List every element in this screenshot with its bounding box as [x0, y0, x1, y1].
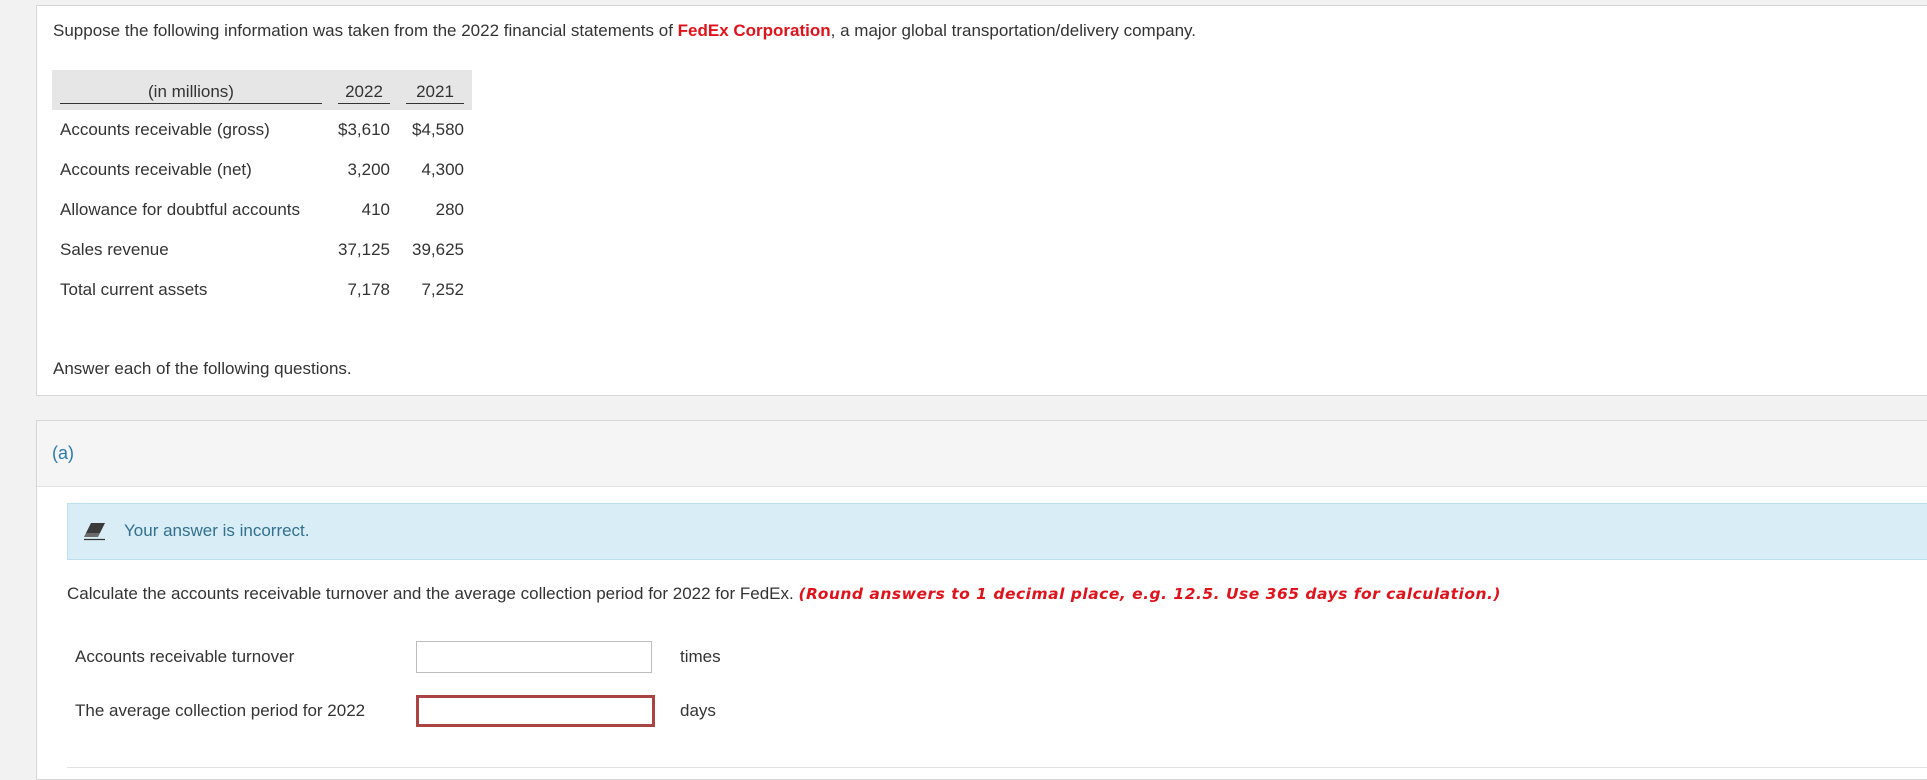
header-in-millions: (in millions)	[52, 70, 330, 110]
value-2022: 7,178	[347, 280, 390, 299]
question-body: Calculate the accounts receivable turnov…	[67, 584, 794, 603]
intro-text: Suppose the following information was ta…	[53, 21, 1196, 41]
value-2022: 410	[361, 200, 390, 219]
value-2021: 280	[435, 200, 464, 219]
value-2021: 7,252	[421, 280, 464, 299]
eraser-icon	[84, 523, 105, 541]
company-name: FedEx Corporation	[677, 21, 831, 40]
intro-after: , a major global transportation/delivery…	[830, 21, 1197, 40]
table-row: Accounts receivable (net) 3,200 4,300	[52, 150, 472, 190]
value-2022: 3,200	[347, 160, 390, 179]
part-a-section: (a) Your answer is incorrect. Calculate …	[36, 420, 1927, 780]
ar-turnover-unit: times	[680, 647, 721, 666]
header-2022: 2022	[330, 70, 398, 110]
question-text: Calculate the accounts receivable turnov…	[67, 584, 1501, 604]
intro-before: Suppose the following information was ta…	[53, 21, 678, 40]
table-row: Total current assets 7,178 7,252	[52, 270, 472, 310]
row-label: Allowance for doubtful accounts	[60, 200, 301, 219]
row-label: Accounts receivable (gross)	[60, 120, 270, 139]
collection-period-label: The average collection period for 2022	[75, 701, 366, 720]
section-divider	[67, 767, 1927, 768]
value-2021: $4,580	[412, 120, 464, 139]
value-2021: 4,300	[421, 160, 464, 179]
answer-instruction: Answer each of the following questions.	[53, 359, 352, 378]
collection-period-unit: days	[680, 701, 716, 720]
feedback-alert: Your answer is incorrect.	[67, 503, 1927, 560]
rounding-instruction: (Round answers to 1 decimal place, e.g. …	[798, 585, 1501, 603]
value-2022: $3,610	[338, 120, 390, 139]
row-label: Sales revenue	[60, 240, 169, 259]
table-row: Allowance for doubtful accounts 410 280	[52, 190, 472, 230]
part-label: (a)	[52, 443, 74, 463]
collection-period-input[interactable]	[416, 695, 655, 727]
ar-turnover-label: Accounts receivable turnover	[75, 647, 295, 666]
financial-table: (in millions) 2022 2021 Accounts receiva…	[52, 70, 472, 310]
table-row: Sales revenue 37,125 39,625	[52, 230, 472, 270]
row-label: Total current assets	[60, 280, 208, 299]
value-2022: 37,125	[338, 240, 390, 259]
table-header-row: (in millions) 2022 2021	[52, 70, 472, 110]
part-a-header: (a)	[37, 421, 1927, 487]
value-2021: 39,625	[412, 240, 464, 259]
problem-panel: Suppose the following information was ta…	[36, 5, 1927, 396]
header-2021: 2021	[398, 70, 472, 110]
row-label: Accounts receivable (net)	[60, 160, 252, 179]
ar-turnover-input[interactable]	[416, 641, 652, 673]
alert-message: Your answer is incorrect.	[124, 521, 310, 540]
table-row: Accounts receivable (gross) $3,610 $4,58…	[52, 110, 472, 150]
